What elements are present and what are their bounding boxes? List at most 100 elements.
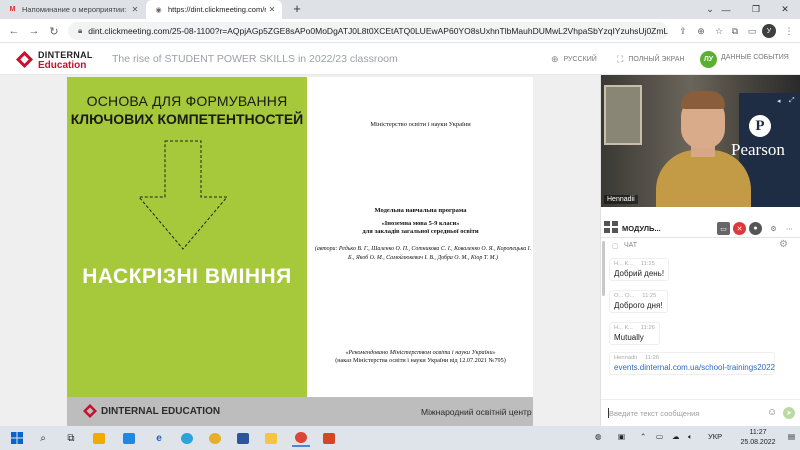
- share-icon[interactable]: ⇪: [676, 24, 690, 38]
- browser-tab-clickmeeting[interactable]: ◉ https://dint.clickmeeting.com/rise... …: [146, 0, 282, 19]
- message-text: Доброго дня!: [614, 301, 663, 310]
- down-arrow-icon: [137, 140, 229, 250]
- webinar-header: DINTERNAL Education The rise of STUDENT …: [0, 44, 800, 75]
- close-icon[interactable]: ✕: [266, 5, 278, 14]
- slide-heading-line2: КЛЮЧОВИХ КОМПЕТЕНТНОСТЕЙ: [70, 111, 304, 127]
- task-view-icon[interactable]: ⧉: [62, 429, 80, 447]
- powerpoint-icon[interactable]: [320, 429, 338, 447]
- window-close-icon[interactable]: ✕: [770, 0, 800, 19]
- profile-avatar[interactable]: У: [762, 24, 776, 38]
- message-link[interactable]: events.dinternal.com.ua/school-trainings…: [614, 363, 775, 372]
- chat-message: Н... К... 11:26 Mutually: [609, 322, 660, 345]
- menu-icon[interactable]: ⋮: [782, 24, 796, 38]
- doc-institutions: для закладів загальної середньої освіти: [362, 228, 479, 235]
- new-tab-button[interactable]: +: [289, 1, 305, 16]
- chat-input-area: Введите текст сообщения ☺ ➤: [601, 399, 800, 426]
- doc-order: (наказ Міністерства освіти і науки Украї…: [335, 357, 506, 364]
- browser-tab-gmail[interactable]: M Напоминание о мероприятии: «The... ✕: [0, 0, 145, 19]
- chat-settings-icon[interactable]: ⚙: [779, 239, 788, 250]
- slide-big-text: НАСКРІЗНІ ВМІННЯ: [82, 265, 292, 288]
- video-volume-icon[interactable]: ◂: [777, 97, 786, 106]
- program-document-image: Міністерство освіти і науки України Моде…: [308, 87, 533, 395]
- restore-icon[interactable]: ❐: [742, 0, 770, 19]
- chat-title: ЧАТ: [624, 242, 638, 249]
- event-data-label: ДАННЫЕ СОБЫТИЯ: [721, 54, 789, 61]
- chat-message: О... О... 11:25 Доброго дня!: [609, 290, 668, 313]
- doc-authors: (автори: Редько В. Г., Шаленко О. П., Со…: [314, 246, 532, 261]
- video-expand-icon[interactable]: ⤢: [789, 97, 798, 106]
- grid-icon: [604, 221, 618, 233]
- back-icon[interactable]: ←: [6, 23, 22, 39]
- globe-icon: ◉: [155, 6, 162, 14]
- clock-date: 25.08.2022: [740, 438, 776, 446]
- search-icon[interactable]: ⌕: [34, 429, 52, 447]
- store-icon[interactable]: [90, 429, 108, 447]
- presenter-body: [656, 150, 751, 207]
- user-avatar[interactable]: ЛУ: [700, 51, 717, 68]
- tab-title: https://dint.clickmeeting.com/rise...: [168, 5, 266, 14]
- tab-title: Напоминание о мероприятии: «The...: [22, 5, 129, 14]
- presenter-hair: [681, 91, 725, 109]
- volume-icon[interactable]: 🔈︎: [688, 432, 693, 442]
- taskbar-clock[interactable]: 11:27 25.08.2022: [730, 428, 786, 448]
- chat-input[interactable]: Введите текст сообщения: [609, 409, 699, 418]
- edge-icon[interactable]: [178, 429, 196, 447]
- brand-banner-text: Pearson: [731, 140, 785, 159]
- event-title: The rise of STUDENT POWER SKILLS in 2022…: [112, 53, 398, 65]
- bookmark-star-icon[interactable]: ☆: [712, 24, 726, 38]
- zoom-icon[interactable]: ⊕: [694, 24, 708, 38]
- minimize-icon[interactable]: —: [712, 0, 740, 19]
- windows-taskbar: ⌕ ⧉ e ◍ ▣ ⌃ ▭ ☁ 🔈︎ УКР 11:27 25.08.2022 …: [0, 426, 800, 450]
- extensions-icon[interactable]: ⧉: [728, 24, 742, 38]
- slide-footer-brand: DINTERNAL EDUCATION: [101, 406, 221, 417]
- send-button[interactable]: ➤: [783, 407, 795, 419]
- more-icon[interactable]: ⋯: [783, 222, 796, 235]
- chat-message: Hennadii 11:26 events.dinternal.com.ua/sc…: [609, 352, 775, 375]
- logo-line2: Education: [38, 60, 87, 71]
- screen-icon[interactable]: ▭: [717, 222, 730, 235]
- notifications-icon[interactable]: ▤: [788, 432, 795, 441]
- ie-icon[interactable]: e: [150, 429, 168, 447]
- message-author: О... О...: [614, 293, 635, 299]
- windows-start-icon[interactable]: [8, 429, 26, 447]
- message-author: Н... К...: [614, 261, 633, 267]
- onedrive-icon[interactable]: ☁: [672, 432, 680, 441]
- explorer-icon[interactable]: [262, 429, 280, 447]
- sidebar-icon[interactable]: ▭: [745, 24, 759, 38]
- settings-icon[interactable]: ⚙: [767, 222, 780, 235]
- mail-icon[interactable]: [120, 429, 138, 447]
- camera-icon[interactable]: ●: [749, 222, 762, 235]
- event-data-button[interactable]: ДАННЫЕ СОБЫТИЯ: [721, 54, 789, 61]
- keyboard-language[interactable]: УКР: [708, 432, 722, 441]
- chat-scrollbar[interactable]: [602, 241, 605, 296]
- presentation-slide: ОСНОВА ДЛЯ ФОРМУВАННЯ КЛЮЧОВИХ КОМПЕТЕНТ…: [67, 77, 533, 426]
- network-icon[interactable]: ▭: [656, 432, 663, 441]
- teams-icon[interactable]: ▣: [618, 432, 625, 441]
- reload-icon[interactable]: ↻: [46, 23, 62, 39]
- fullscreen-button[interactable]: ⛶ ПОЛНЫЙ ЭКРАН: [617, 54, 685, 65]
- message-author: Н... К...: [614, 325, 633, 331]
- dinternal-logo-icon: [83, 404, 97, 418]
- message-time: 11:25: [640, 261, 655, 267]
- message-time: 11:26: [640, 325, 655, 331]
- forward-icon[interactable]: →: [26, 23, 42, 39]
- url-text: dint.clickmeeting.com/25-08-1100?r=AQpjA…: [88, 26, 668, 36]
- chrome-icon[interactable]: [206, 429, 224, 447]
- mic-off-icon[interactable]: ✕: [733, 222, 746, 235]
- presenter-video[interactable]: P Pearson ◂ ⤢ Hennadii: [601, 75, 800, 207]
- word-icon[interactable]: [234, 429, 252, 447]
- chrome-active-icon[interactable]: [292, 429, 310, 447]
- tray-overflow-icon[interactable]: ⌃: [640, 432, 646, 441]
- chat-message: Н... К... 11:25 Добрий день!: [609, 258, 670, 281]
- browser-tab-strip: M Напоминание о мероприятии: «The... ✕ ◉…: [0, 0, 800, 19]
- doc-recommended: «Рекомендовано Міністерством освіти і на…: [345, 349, 496, 356]
- message-text: Добрий день!: [614, 269, 665, 278]
- tray-app-icon[interactable]: ◍: [595, 432, 602, 441]
- language-selector[interactable]: ⊕ РУССКИЙ: [551, 54, 597, 65]
- emoji-icon[interactable]: ☺: [767, 407, 777, 418]
- message-time: 11:26: [644, 355, 659, 361]
- address-bar[interactable]: 🔒︎ dint.clickmeeting.com/25-08-1100?r=AQ…: [68, 22, 668, 40]
- close-icon[interactable]: ✕: [129, 5, 141, 14]
- browser-toolbar: ← → ↻ 🔒︎ dint.clickmeeting.com/25-08-110…: [0, 19, 800, 43]
- slide-footer-center: Міжнародний освітній центр: [421, 407, 532, 417]
